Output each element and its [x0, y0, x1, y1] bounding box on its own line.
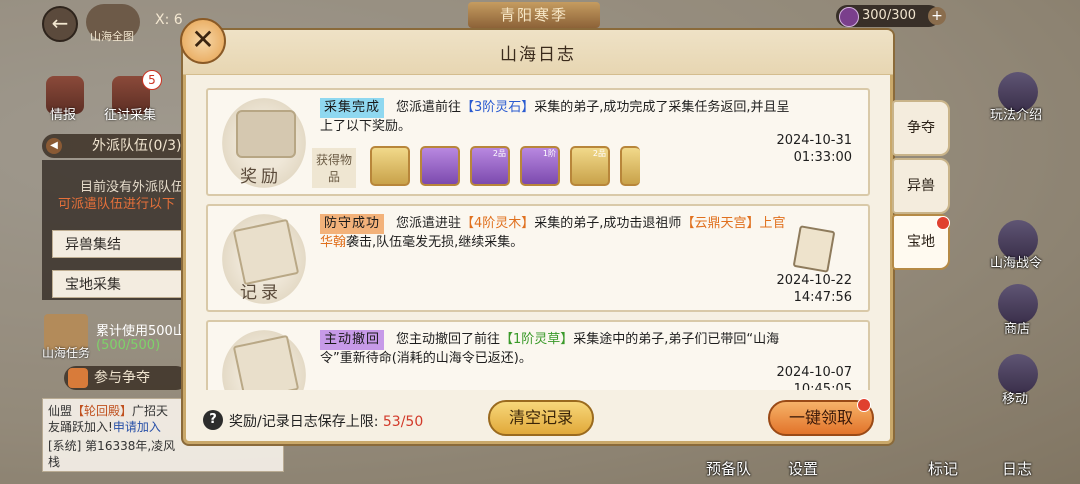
- log-button[interactable]: 日志: [1002, 458, 1032, 479]
- expedition-team-header[interactable]: 外派队伍(0/3): [42, 134, 192, 158]
- team-item-beast-rally[interactable]: 异兽集结: [52, 230, 190, 258]
- chat-line-3: [系统] 第16338年,凌风: [48, 439, 176, 453]
- token-task-label: 山海任务: [42, 346, 91, 360]
- world-map-label: 山海全图: [90, 30, 134, 43]
- intel-label: 情报: [50, 108, 77, 123]
- chat-apply-link[interactable]: 申请加入: [113, 420, 161, 434]
- clear-records-button[interactable]: 清空记录: [488, 400, 594, 436]
- log-entry-withdraw: 记录 主动撤回 您主动撤回了前往【1阶灵草】采集途中的弟子,弟子们已带回“山海令…: [206, 320, 870, 390]
- log-count: 53/50: [382, 414, 424, 430]
- log-entry-collect: 奖励 采集完成 您派遣前往【3阶灵石】采集的弟子,成功完成了采集任务返回,并且呈…: [206, 88, 870, 196]
- entry-message: 您主动撤回了前往【1阶灵草】采集途中的弟子,弟子们已带回“山海令”重新待命(消耗…: [320, 332, 780, 366]
- log-limit-text: 奖励/记录日志保存上限: 53/50: [229, 414, 424, 430]
- notification-dot: [857, 398, 871, 412]
- letter-icon[interactable]: [792, 225, 836, 273]
- coordinate-readout: X: 6: [155, 12, 183, 28]
- gameplay-intro-label: 玩法介绍: [990, 108, 1043, 123]
- entry-timestamp: 2024-10-31 01:33:00: [776, 133, 852, 165]
- mark-button[interactable]: 标记: [928, 458, 958, 479]
- notification-dot: [936, 216, 950, 230]
- entry-timestamp: 2024-10-22 14:47:56: [776, 273, 852, 305]
- tab-beast[interactable]: 异兽: [892, 158, 950, 214]
- chat-text: 广招天: [132, 404, 169, 418]
- move-label: 移动: [1002, 392, 1029, 407]
- reward-item-purple-crystal[interactable]: [420, 146, 460, 186]
- token-usage-progress: (500/500): [96, 338, 161, 353]
- chat-line-1: 仙盟【轮回殿】广招天: [48, 402, 168, 419]
- reward-item-purple-bag[interactable]: 1阶: [520, 146, 560, 186]
- settings-button[interactable]: 设置: [788, 458, 818, 479]
- chat-line-2: 友踊跃加入!申请加入: [48, 418, 161, 435]
- back-arrow-icon[interactable]: ←: [42, 6, 78, 42]
- log-entry-defense: 记录 防守成功 您派遣进驻【4阶灵木】采集的弟子,成功击退祖师【云鼎天宫】上官华…: [206, 204, 870, 312]
- log-list[interactable]: 奖励 采集完成 您派遣前往【3阶灵石】采集的弟子,成功完成了采集任务返回,并且呈…: [200, 84, 878, 390]
- close-icon[interactable]: ✕: [180, 18, 226, 64]
- obtained-items-label: 获得物品: [312, 148, 356, 188]
- chat-channel: 仙盟: [48, 404, 73, 418]
- team-item-treasure-collect[interactable]: 宝地采集: [52, 270, 190, 298]
- campaign-label: 征讨采集: [104, 108, 157, 123]
- scroll-icon: [232, 218, 300, 286]
- reward-item-gold-book[interactable]: 2品: [570, 146, 610, 186]
- location-highlight[interactable]: 【3阶灵石】: [461, 100, 534, 115]
- plus-icon[interactable]: +: [928, 7, 946, 25]
- reward-item-partial[interactable]: [620, 146, 640, 186]
- location-highlight[interactable]: 【4阶灵木】: [461, 216, 534, 231]
- thumb-label: 奖励: [240, 167, 282, 187]
- join-toggle-icon[interactable]: [68, 368, 88, 388]
- reserve-team-button[interactable]: 预备队: [706, 458, 751, 479]
- shanhai-war-label: 山海战令: [990, 256, 1043, 271]
- chat-text: 友踊跃加入!: [48, 420, 113, 434]
- token-usage-text: 累计使用500山: [96, 324, 186, 339]
- chat-line-4: 栈: [48, 455, 61, 469]
- entry-timestamp: 2024-10-07 10:45:05: [776, 365, 852, 390]
- reward-item-blue-book[interactable]: 2品: [470, 146, 510, 186]
- team-hint-text: 可派遣队伍进行以下: [58, 197, 176, 212]
- campaign-badge: 5: [142, 70, 162, 90]
- chat-guild-tag[interactable]: 【轮回殿】: [72, 404, 132, 418]
- season-banner: 青阳寒季: [468, 2, 600, 28]
- help-icon[interactable]: ?: [203, 410, 223, 430]
- shop-label: 商店: [1004, 322, 1031, 337]
- dialog-title: 山海日志: [500, 45, 576, 65]
- stamina-icon: [839, 7, 859, 27]
- collapse-arrow-icon[interactable]: ◀: [46, 138, 62, 154]
- location-highlight[interactable]: 【1阶灵草】: [500, 332, 573, 347]
- entry-message: 您派遣进驻【4阶灵木】采集的弟子,成功击退祖师【云鼎天宫】上官华翰袭击,队伍毫发…: [320, 216, 786, 250]
- reward-item-spirit-stone[interactable]: [370, 146, 410, 186]
- entry-message: 您派遣前往【3阶灵石】采集的弟子,成功完成了采集任务返回,并且呈上了以下奖励。: [320, 100, 790, 134]
- treasure-chest-icon: [236, 110, 296, 158]
- thumb-label: 记录: [240, 283, 282, 303]
- tab-contest[interactable]: 争夺: [892, 100, 950, 156]
